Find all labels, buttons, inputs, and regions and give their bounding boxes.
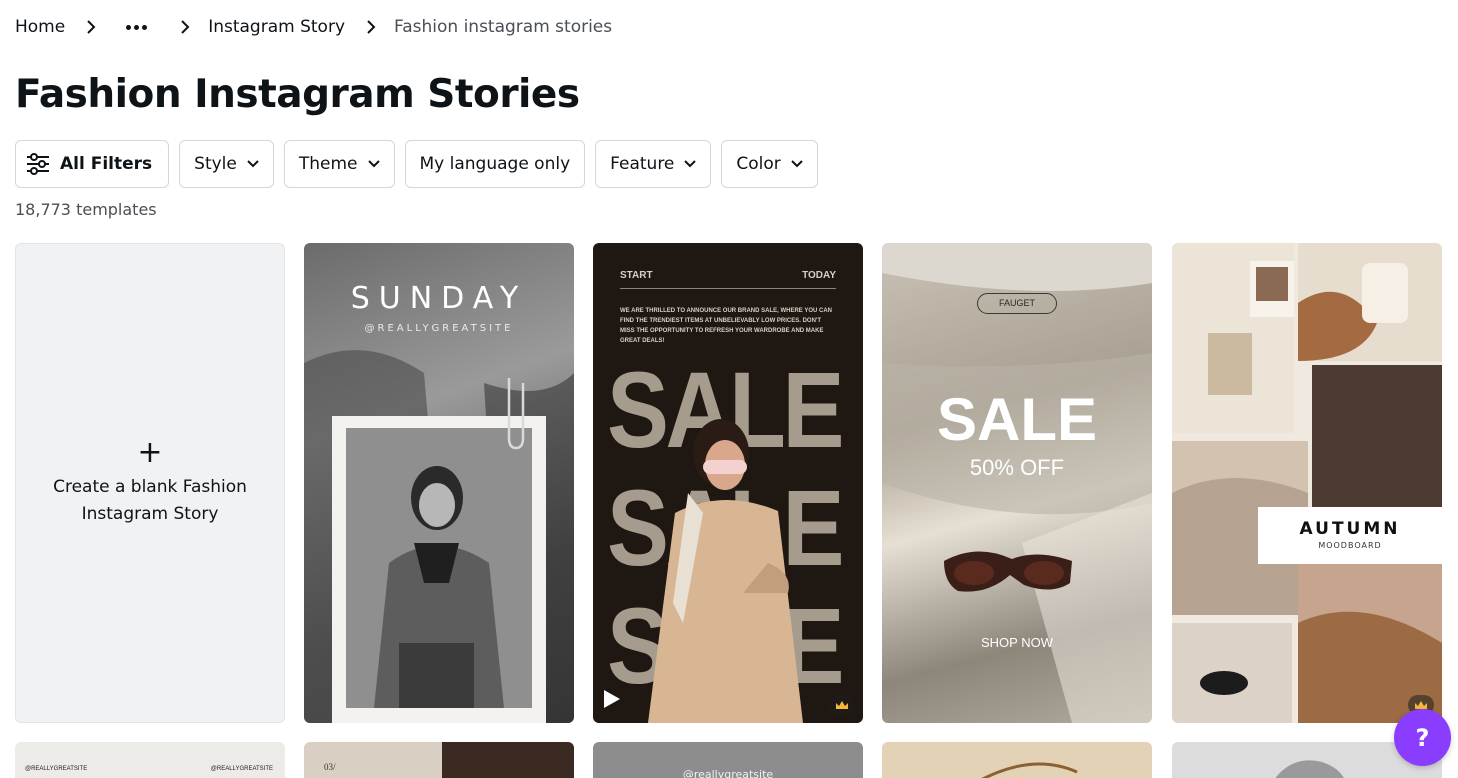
style-filter-dropdown[interactable]: Style [179,140,274,188]
chevron-down-icon [684,160,697,168]
crown-icon [829,695,855,715]
chevron-down-icon [247,160,259,168]
template-brand: FAUGET [977,293,1057,314]
template-preview-image [648,419,803,723]
breadcrumb-instagram-story-link[interactable]: Instagram Story [208,17,345,37]
filter-bar: All Filters Style Theme My language only… [15,140,818,188]
style-filter-label: Style [194,154,237,174]
theme-filter-dropdown[interactable]: Theme [283,140,395,188]
chevron-down-icon [791,160,803,168]
template-preview-image [981,762,1078,778]
chevron-down-icon [367,160,380,168]
template-handle-right: @REALLYGREATSITE [210,766,273,772]
color-filter-dropdown[interactable]: Color [721,140,818,188]
sliders-icon [26,153,50,175]
feature-filter-label: Feature [610,154,675,174]
chevron-right-icon [81,17,101,37]
all-filters-button[interactable]: All Filters [15,140,170,188]
breadcrumb-current: Fashion instagram stories [394,17,613,37]
play-icon [603,689,621,713]
more-icon[interactable] [126,24,148,30]
template-card[interactable] [882,742,1152,778]
template-preview-image [442,742,574,778]
feature-filter-dropdown[interactable]: Feature [595,140,712,188]
language-filter-toggle[interactable]: My language only [404,140,586,188]
template-label: @reallygreatsite [682,768,774,778]
language-filter-label: My language only [419,154,571,174]
breadcrumb: Home Instagram Story Fashion instagram s… [15,14,612,40]
template-card[interactable]: START TODAY WE ARE THRILLED TO ANNOUNCE … [593,243,863,723]
template-label: 03/ [324,762,336,772]
help-button[interactable]: ? [1394,709,1451,766]
template-card[interactable]: SUNDAY @REALLYGREATSITE [304,243,574,723]
template-card[interactable]: AUTUMN MOODBOARD [1172,243,1442,723]
breadcrumb-home-link[interactable]: Home [15,17,65,37]
template-title: SUNDAY [350,281,528,316]
create-blank-card[interactable]: + Create a blank Fashion Instagram Story [15,243,285,723]
template-title: AUTUMN [1299,519,1401,539]
color-filter-label: Color [736,154,781,174]
theme-filter-label: Theme [298,154,358,174]
template-card[interactable]: 03/ [304,742,574,778]
template-handle-left: @REALLYGREATSITE [25,766,88,772]
all-filters-label: All Filters [60,154,153,174]
template-count: 18,773 templates [15,200,157,219]
template-subtitle: @REALLYGREATSITE [364,323,514,334]
page-title: Fashion Instagram Stories [15,72,580,117]
template-card[interactable]: @reallygreatsite [593,742,863,778]
template-preview-image [882,243,1152,723]
template-discount: 50% OFF [969,455,1065,480]
template-card[interactable]: FAUGET SALE 50% OFF SHOP NOW [882,243,1152,723]
template-subtitle: MOODBOARD [1318,541,1382,550]
chevron-right-icon [175,17,195,37]
template-preview-image [1172,243,1442,723]
template-card[interactable]: @REALLYGREATSITE @REALLYGREATSITE [15,742,285,778]
template-cta: SHOP NOW [981,635,1053,650]
plus-icon: + [137,435,163,470]
create-blank-label: Create a blank Fashion Instagram Story [53,477,247,524]
chevron-right-icon [361,17,381,37]
template-headline: SALE [936,386,1098,453]
